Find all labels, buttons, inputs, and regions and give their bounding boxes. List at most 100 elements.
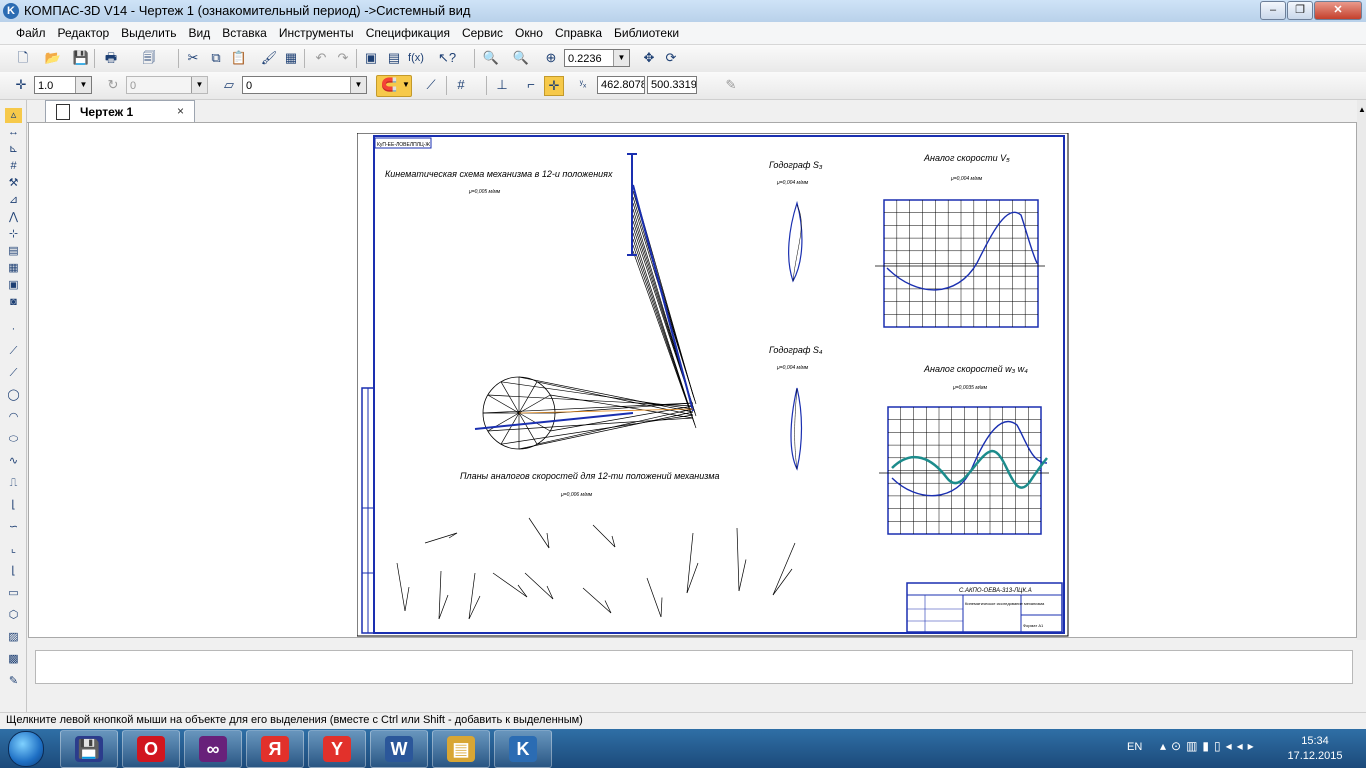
segment-icon[interactable]: ⟋ [5,366,22,381]
zoom-all-icon[interactable]: 🔍 [512,49,530,67]
menu-item[interactable]: Библиотеки [608,22,685,44]
views-icon[interactable]: ◙ [5,295,22,310]
fillet-arc-icon[interactable]: ⌊ [5,564,22,579]
pan-icon[interactable]: ✥ [640,49,658,67]
drawing-canvas[interactable]: КуП-ЕЕ-ЛОВЕЛПЛЦ-Ж Кинематическая схема м… [28,122,1357,638]
menu-item[interactable]: Окно [509,22,549,44]
tab-drawing-1[interactable]: Чертеж 1 × [45,100,195,122]
layers-icon[interactable]: ▱ [220,76,238,94]
scroll-up-icon[interactable]: ▲ [1358,105,1366,114]
refresh-icon[interactable]: ⟳ [662,49,680,67]
save-icon[interactable]: 💾 [72,49,90,67]
open-folder-icon[interactable]: 📂 [44,49,62,67]
kompas-app-icon[interactable]: K [3,3,19,19]
menu-item[interactable]: Выделить [115,22,182,44]
equidistant-icon[interactable]: ✎ [5,674,22,689]
manager-icon[interactable]: ▣ [362,49,380,67]
tray-icons[interactable]: ▴⊙▥▮▯◂◂▸ [1160,739,1259,753]
orthogonal-icon[interactable]: ⟋ [422,76,440,94]
close-icon[interactable]: × [177,104,184,118]
polyline-icon[interactable]: ⎍ [5,476,22,491]
variables-icon[interactable]: ▤ [385,49,403,67]
measure-icon[interactable]: ⊿ [5,193,22,208]
step-cursor-icon[interactable]: ✛ [12,76,30,94]
clock-time[interactable]: 15:34 [1286,735,1344,747]
format-painter-icon[interactable]: 🖌 [260,49,278,67]
snap-point-icon[interactable]: ✛ [544,76,564,96]
cut-icon[interactable]: ✂ [184,49,202,67]
library-icon[interactable]: ▣ [5,278,22,293]
select-icon[interactable]: ⋀ [5,210,22,225]
start-button[interactable] [2,730,54,767]
auxiliary-line-icon[interactable]: ⟋ [5,344,22,359]
taskbar-item-yandex[interactable]: Y [308,730,366,768]
menu-item[interactable]: Вид [183,22,217,44]
spline-icon[interactable]: ∿ [5,454,22,469]
chevron-down-icon[interactable]: ▼ [191,77,207,93]
coord-x-field[interactable]: 462.8078 [597,76,645,94]
curve-icon[interactable]: ∽ [5,520,22,535]
apply-icon[interactable]: ✎ [722,76,740,94]
hatch-icon[interactable]: ▨ [5,630,22,645]
redo-icon[interactable]: ↷ [334,49,352,67]
polygon-icon[interactable]: ⬡ [5,608,22,623]
vertical-scrollbar[interactable]: ▲ [1357,100,1366,640]
grid-icon[interactable]: # [452,76,470,94]
menu-item[interactable]: Сервис [456,22,509,44]
properties-icon[interactable]: ▦ [282,49,300,67]
point-icon[interactable]: · [5,322,22,337]
spec-icon[interactable]: ⊹ [5,227,22,242]
layer-combo[interactable]: 0 ▼ [242,76,367,94]
coord-y-field[interactable]: 500.3319 [647,76,697,94]
print-preview-icon[interactable]: 🗐 [140,49,158,67]
insert-icon[interactable]: ▦ [5,261,22,276]
reports-icon[interactable]: ▤ [5,244,22,259]
undo-icon[interactable]: ↶ [312,49,330,67]
hatch-fill-icon[interactable]: ▩ [5,652,22,667]
menu-item[interactable]: Вставка [216,22,273,44]
geometry-tools-icon[interactable]: ▵ [5,108,22,123]
clock-date[interactable]: 17.12.2015 [1280,750,1350,762]
designations-icon[interactable]: ⊾ [5,142,22,157]
menu-item[interactable]: Инструменты [273,22,360,44]
menu-item[interactable]: Спецификация [360,22,456,44]
chevron-down-icon[interactable]: ▼ [75,77,91,93]
arc-icon[interactable]: ◠ [5,410,22,425]
taskbar-item-word[interactable]: W [370,730,428,768]
menu-item[interactable]: Файл [10,22,52,44]
menu-item[interactable]: Редактор [52,22,116,44]
dimensions-icon[interactable]: ↔ [5,125,22,140]
step-combo[interactable]: 1.0 ▼ [34,76,92,94]
close-button[interactable]: ✕ [1314,1,1362,20]
snap-magnet-button[interactable]: 🧲 ▼ [376,75,412,97]
chevron-down-icon[interactable]: ▼ [350,77,366,93]
zoom-in-icon[interactable]: ⊕ [542,49,560,67]
copy-icon[interactable]: ⧉ [207,49,225,67]
zoom-window-icon[interactable]: 🔍 [482,49,500,67]
params-icon[interactable]: ⚒ [5,176,22,191]
ellipse-icon[interactable]: ⬭ [5,432,22,447]
rectangle-icon[interactable]: ▭ [5,586,22,601]
taskbar-item-yandex-browser[interactable]: Я [246,730,304,768]
zoom-combo[interactable]: 0.2236 ▼ [564,49,630,67]
chevron-down-icon[interactable]: ▼ [402,80,410,89]
function-icon[interactable]: f(x) [407,49,425,67]
maximize-button[interactable]: ❐ [1287,1,1313,20]
taskbar-item-visual-studio[interactable]: ∞ [184,730,242,768]
chevron-down-icon[interactable]: ▼ [613,50,629,66]
drawing-sheet[interactable]: КуП-ЕЕ-ЛОВЕЛПЛЦ-Ж Кинематическая схема м… [357,133,1069,637]
round-icon[interactable]: ⌐ [522,76,540,94]
help-pointer-icon[interactable]: ↖? [438,49,456,67]
chamfer-icon[interactable]: ⌊ [5,498,22,513]
fillet-icon[interactable]: ⌞ [5,542,22,557]
menu-item[interactable]: Справка [549,22,608,44]
print-icon[interactable]: 🖶 [102,49,120,67]
language-indicator[interactable]: EN [1127,741,1142,753]
new-document-icon[interactable]: 🗋 [14,49,32,67]
paste-icon[interactable]: 📋 [230,49,248,67]
circle-icon[interactable]: ◯ [5,388,22,403]
taskbar-item-save-app[interactable]: 💾 [60,730,118,768]
property-panel-box[interactable] [35,650,1353,684]
taskbar-item-kompas[interactable]: K [494,730,552,768]
angle-combo[interactable]: 0 ▼ [126,76,208,94]
